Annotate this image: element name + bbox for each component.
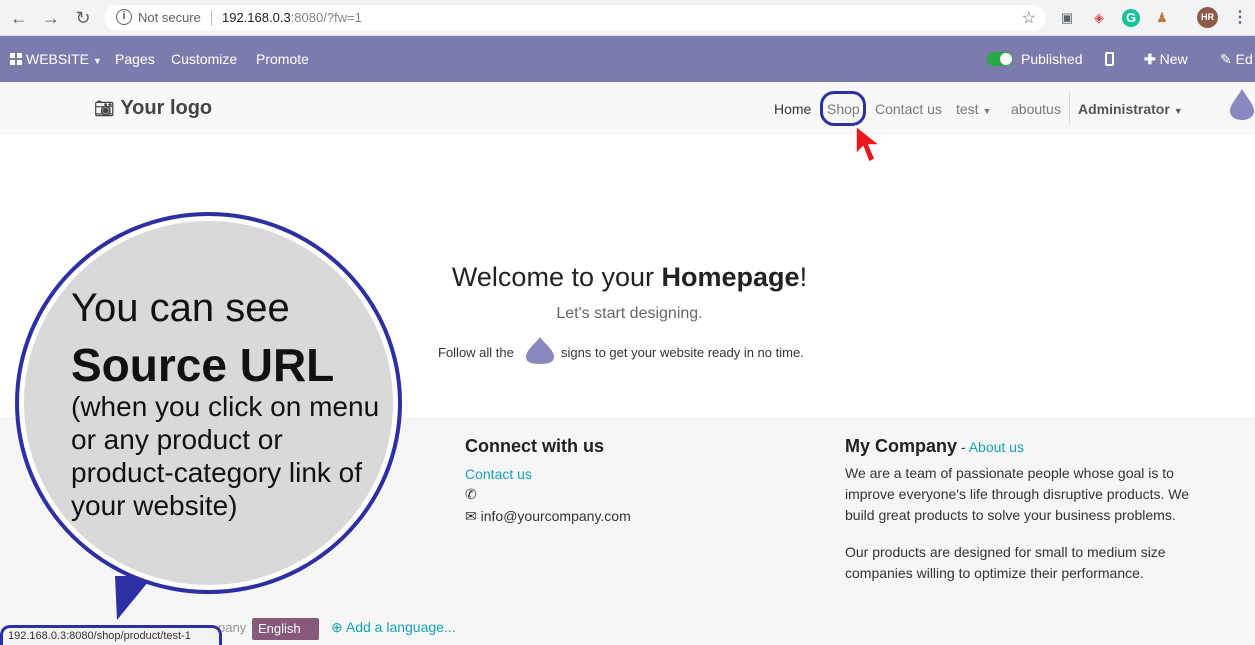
menu-contact-us[interactable]: Contact us: [875, 101, 942, 117]
customize-menu-button[interactable]: Customize: [171, 51, 237, 67]
apps-grid-icon: [10, 53, 22, 65]
logo-text: Your logo: [120, 97, 213, 119]
callout-line-3: (when you click on menu or any product o…: [71, 391, 380, 521]
website-menu-button[interactable]: WEBSITE ▼: [26, 51, 102, 67]
website-admin-bar: WEBSITE ▼ Pages Customize Promote Publis…: [0, 36, 1255, 82]
follow-text-before: Follow all the: [438, 345, 514, 360]
pencil-icon: ✎: [1220, 51, 1232, 67]
add-language-link[interactable]: ⊕ Add a language...: [331, 619, 456, 636]
published-toggle[interactable]: [987, 52, 1013, 66]
footer-email: info@yourcompany.com: [480, 508, 631, 524]
promote-menu-button[interactable]: Promote: [256, 51, 309, 67]
phone-icon: ✆: [465, 486, 477, 502]
company-heading: My Company - About us: [845, 436, 1024, 457]
caret-down-icon: ▼: [92, 56, 102, 66]
address-url[interactable]: 192.168.0.3:8080/?fw=1: [222, 10, 362, 25]
welcome-suffix: !: [799, 262, 808, 292]
footer-contact-link[interactable]: Contact us: [465, 466, 532, 482]
edit-label: Ed: [1235, 51, 1253, 67]
about-us-link[interactable]: About us: [969, 439, 1024, 455]
edit-button[interactable]: ✎ Ed: [1220, 51, 1253, 68]
language-label: English: [258, 621, 301, 636]
camera-extension-icon[interactable]: ▣: [1058, 9, 1076, 27]
user-menu-label: Administrator: [1078, 101, 1170, 117]
plus-circle-icon: ⊕: [331, 619, 343, 635]
address-bar[interactable]: i Not secure 192.168.0.3:8080/?fw=1 ☆: [104, 5, 1046, 31]
mouse-pointer-icon: [855, 124, 883, 164]
url-host: 192.168.0.3: [222, 10, 291, 25]
edit-hint-drop-icon: [1230, 89, 1254, 120]
not-secure-label: Not secure: [138, 10, 201, 25]
back-arrow-icon[interactable]: ←: [8, 7, 30, 29]
website-menu-label: WEBSITE: [26, 51, 90, 67]
welcome-prefix: Welcome to your: [451, 262, 662, 292]
caret-down-icon: ▼: [1173, 106, 1183, 116]
envelope-icon: ✉: [465, 508, 477, 524]
language-selector[interactable]: English ▲: [252, 618, 319, 640]
company-description-2: Our products are designed for small to m…: [845, 544, 1166, 581]
camera-icon: 📷︎: [94, 101, 115, 118]
welcome-bold: Homepage: [661, 262, 800, 292]
menu-test-label: test: [956, 101, 979, 117]
address-divider: [211, 10, 212, 26]
bookmark-star-icon[interactable]: ☆: [1022, 8, 1036, 28]
browser-menu-icon[interactable]: ⋮: [1232, 7, 1248, 27]
mobile-preview-icon[interactable]: [1105, 52, 1114, 66]
shop-highlight-circle: [820, 91, 866, 126]
browser-status-url: 192.168.0.3:8080/shop/product/test-1: [0, 625, 222, 645]
new-label: New: [1159, 51, 1188, 67]
follow-text-after: signs to get your website ready in no ti…: [561, 345, 804, 360]
reload-icon[interactable]: ↻: [72, 7, 94, 29]
company-description-1: We are a team of passionate people whose…: [845, 465, 1190, 523]
connect-heading: Connect with us: [465, 436, 604, 456]
grammarly-extension-icon[interactable]: G: [1122, 9, 1140, 27]
callout-line-2: Source URL: [71, 339, 335, 391]
site-header: 📷︎ Your logo Home Shop Contact us test ▼ …: [0, 82, 1255, 135]
user-extension-icon[interactable]: ♟: [1153, 9, 1171, 27]
published-label: Published: [1021, 51, 1083, 67]
forward-arrow-icon[interactable]: →: [40, 7, 62, 29]
caret-down-icon: ▼: [982, 106, 992, 116]
drop-hint-icon: [526, 337, 554, 364]
share-extension-icon[interactable]: ◈: [1090, 9, 1108, 27]
menu-divider: [1069, 92, 1070, 126]
company-title: My Company: [845, 436, 958, 456]
add-language-label: Add a language...: [345, 619, 456, 635]
browser-toolbar: ← → ↻ i Not secure 192.168.0.3:8080/?fw=…: [0, 0, 1255, 36]
email-line[interactable]: ✉ info@yourcompany.com: [465, 506, 631, 527]
pages-menu-button[interactable]: Pages: [115, 51, 155, 67]
menu-test-dropdown[interactable]: test ▼: [956, 101, 991, 117]
url-rest: :8080/?fw=1: [290, 10, 362, 25]
plus-icon: ✚: [1144, 51, 1156, 67]
menu-home[interactable]: Home: [774, 101, 811, 117]
info-icon[interactable]: i: [116, 9, 132, 25]
profile-avatar[interactable]: HR: [1197, 7, 1218, 28]
new-button[interactable]: ✚ New: [1144, 51, 1188, 68]
callout-line-1: You can see: [71, 286, 290, 330]
site-logo[interactable]: 📷︎ Your logo: [94, 97, 212, 120]
menu-aboutus[interactable]: aboutus: [1011, 101, 1061, 117]
company-separator: -: [957, 439, 969, 455]
user-menu-dropdown[interactable]: Administrator ▼: [1078, 101, 1183, 117]
copyright-fragment: pany: [218, 620, 247, 635]
